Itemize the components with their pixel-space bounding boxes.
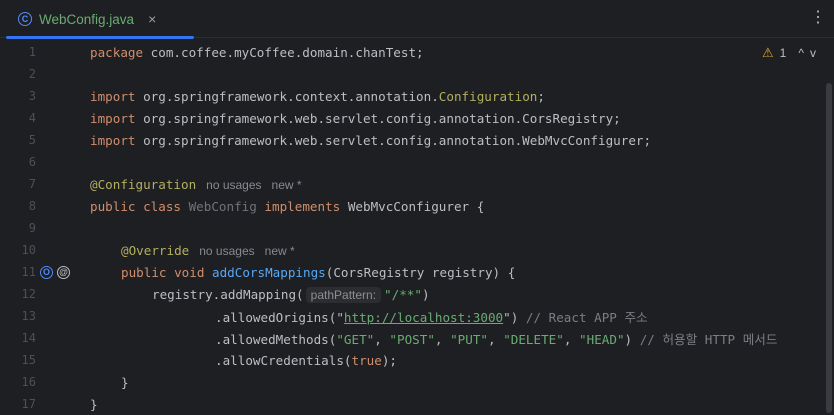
keyword: import: [90, 88, 136, 104]
line-number: 9: [28, 221, 36, 235]
annotation-marker-icon[interactable]: @: [57, 265, 70, 279]
keyword: implements: [256, 198, 341, 214]
keyword: package: [90, 44, 144, 60]
close-icon[interactable]: ×: [148, 11, 156, 27]
keyword: import: [90, 132, 136, 148]
line-number: 15: [21, 353, 36, 367]
code-line: 16 }: [0, 371, 834, 393]
code-text: ): [421, 286, 430, 302]
parameter-hint: pathPattern:: [305, 286, 382, 303]
string-literal: "/**": [384, 286, 422, 302]
code-text: org.springframework.context.annotation.: [135, 88, 439, 104]
more-options-icon[interactable]: ⋮: [810, 9, 826, 27]
class-icon: C: [18, 12, 32, 26]
code-text: ): [624, 331, 633, 347]
comment: // React APP 주소: [518, 309, 648, 325]
code-text: );: [381, 352, 397, 368]
line-number: 7: [28, 177, 36, 191]
line-number: 3: [28, 89, 36, 103]
comment: // 허용할 HTTP 메서드: [632, 331, 778, 347]
keyword: void: [166, 264, 205, 280]
keyword: public: [90, 198, 136, 214]
line-number: 4: [28, 111, 36, 125]
annotation: @Override: [121, 242, 190, 258]
author-hint[interactable]: new *: [272, 178, 302, 192]
class-name: WebConfig: [181, 198, 257, 214]
line-number: 11: [21, 265, 36, 279]
keyword: class: [135, 198, 181, 214]
code-text: ,: [563, 331, 580, 347]
string-literal: "GET": [336, 331, 375, 347]
code-line: 9: [0, 217, 834, 239]
code-text: .allowCredentials(: [215, 352, 352, 368]
code-line: 14 .allowedMethods("GET", "POST", "PUT",…: [0, 327, 834, 349]
line-number: 17: [21, 397, 36, 411]
line-number: 8: [28, 199, 36, 213]
code-text: org.springframework.web.servlet.config.a…: [135, 110, 621, 126]
override-method-icon[interactable]: O: [40, 265, 53, 279]
line-number: 14: [21, 331, 36, 345]
closing-brace: }: [90, 396, 98, 412]
code-text: WebMvcConfigurer {: [340, 198, 485, 214]
code-line: 11 O @ public void addCorsMappings(CorsR…: [0, 261, 834, 283]
keyword: true: [351, 352, 382, 368]
line-number: 6: [28, 155, 36, 169]
code-text: .allowedOrigins(": [215, 309, 344, 325]
code-text: ,: [434, 331, 451, 347]
code-line: 4 import org.springframework.web.servlet…: [0, 107, 834, 129]
string-literal: "POST": [389, 331, 435, 347]
tab-webconfig[interactable]: C WebConfig.java ×: [6, 0, 194, 38]
code-line: 8 public class WebConfig implements WebM…: [0, 195, 834, 217]
line-number: 13: [21, 309, 36, 323]
usages-hint[interactable]: no usages: [206, 178, 261, 192]
code-text: ;: [537, 88, 545, 104]
code-text: "): [503, 309, 519, 325]
code-text: org.springframework.web.servlet.config.a…: [135, 132, 652, 148]
code-text: .allowedMethods(: [215, 331, 337, 347]
code-line: 1 package com.coffee.myCoffee.domain.cha…: [0, 41, 834, 63]
line-number: 5: [28, 133, 36, 147]
usages-hint[interactable]: no usages: [199, 244, 254, 258]
code-editor[interactable]: ⚠ 1 ^ v 1 package com.coffee.myCoffee.do…: [0, 39, 834, 415]
string-literal: "DELETE": [503, 331, 564, 347]
keyword: public: [121, 264, 167, 280]
method-name: addCorsMappings: [204, 264, 326, 280]
line-number: 2: [28, 67, 36, 81]
code-line: 3 import org.springframework.context.ann…: [0, 85, 834, 107]
annotation-class: Configuration: [438, 88, 538, 104]
code-text: ,: [488, 331, 504, 347]
author-hint[interactable]: new *: [265, 244, 295, 258]
code-line: 15 .allowCredentials(true);: [0, 349, 834, 371]
gutter-markers: O @: [40, 265, 70, 279]
line-number: 16: [21, 375, 36, 389]
string-literal: "PUT": [450, 331, 489, 347]
code-line: 7 @Configuration no usages new *: [0, 173, 834, 195]
code-text: ,: [374, 331, 390, 347]
line-number: 10: [21, 243, 36, 257]
code-line: 2: [0, 63, 834, 85]
code-text: (CorsRegistry registry) {: [325, 264, 516, 280]
code-line: 10 @Override no usages new *: [0, 239, 834, 261]
line-number: 12: [21, 287, 36, 301]
code-line: 17 }: [0, 393, 834, 415]
code-line: 12 registry.addMapping(pathPattern: "/**"…: [0, 283, 834, 305]
code-line: 5 import org.springframework.web.servlet…: [0, 129, 834, 151]
code-line: 6: [0, 151, 834, 173]
string-literal: "HEAD": [579, 331, 625, 347]
code-line: 13 .allowedOrigins("http://localhost:300…: [0, 305, 834, 327]
closing-brace: }: [121, 374, 129, 390]
editor-tab-bar: C WebConfig.java × ⋮: [0, 0, 834, 39]
keyword: import: [90, 110, 136, 126]
url-link[interactable]: http://localhost:3000: [344, 310, 503, 325]
line-number: 1: [28, 45, 36, 59]
code-text: registry.addMapping(: [152, 286, 304, 302]
annotation: @Configuration: [90, 176, 197, 192]
tab-title[interactable]: WebConfig.java: [39, 12, 134, 27]
code-text: com.coffee.myCoffee.domain.chanTest;: [143, 44, 424, 60]
